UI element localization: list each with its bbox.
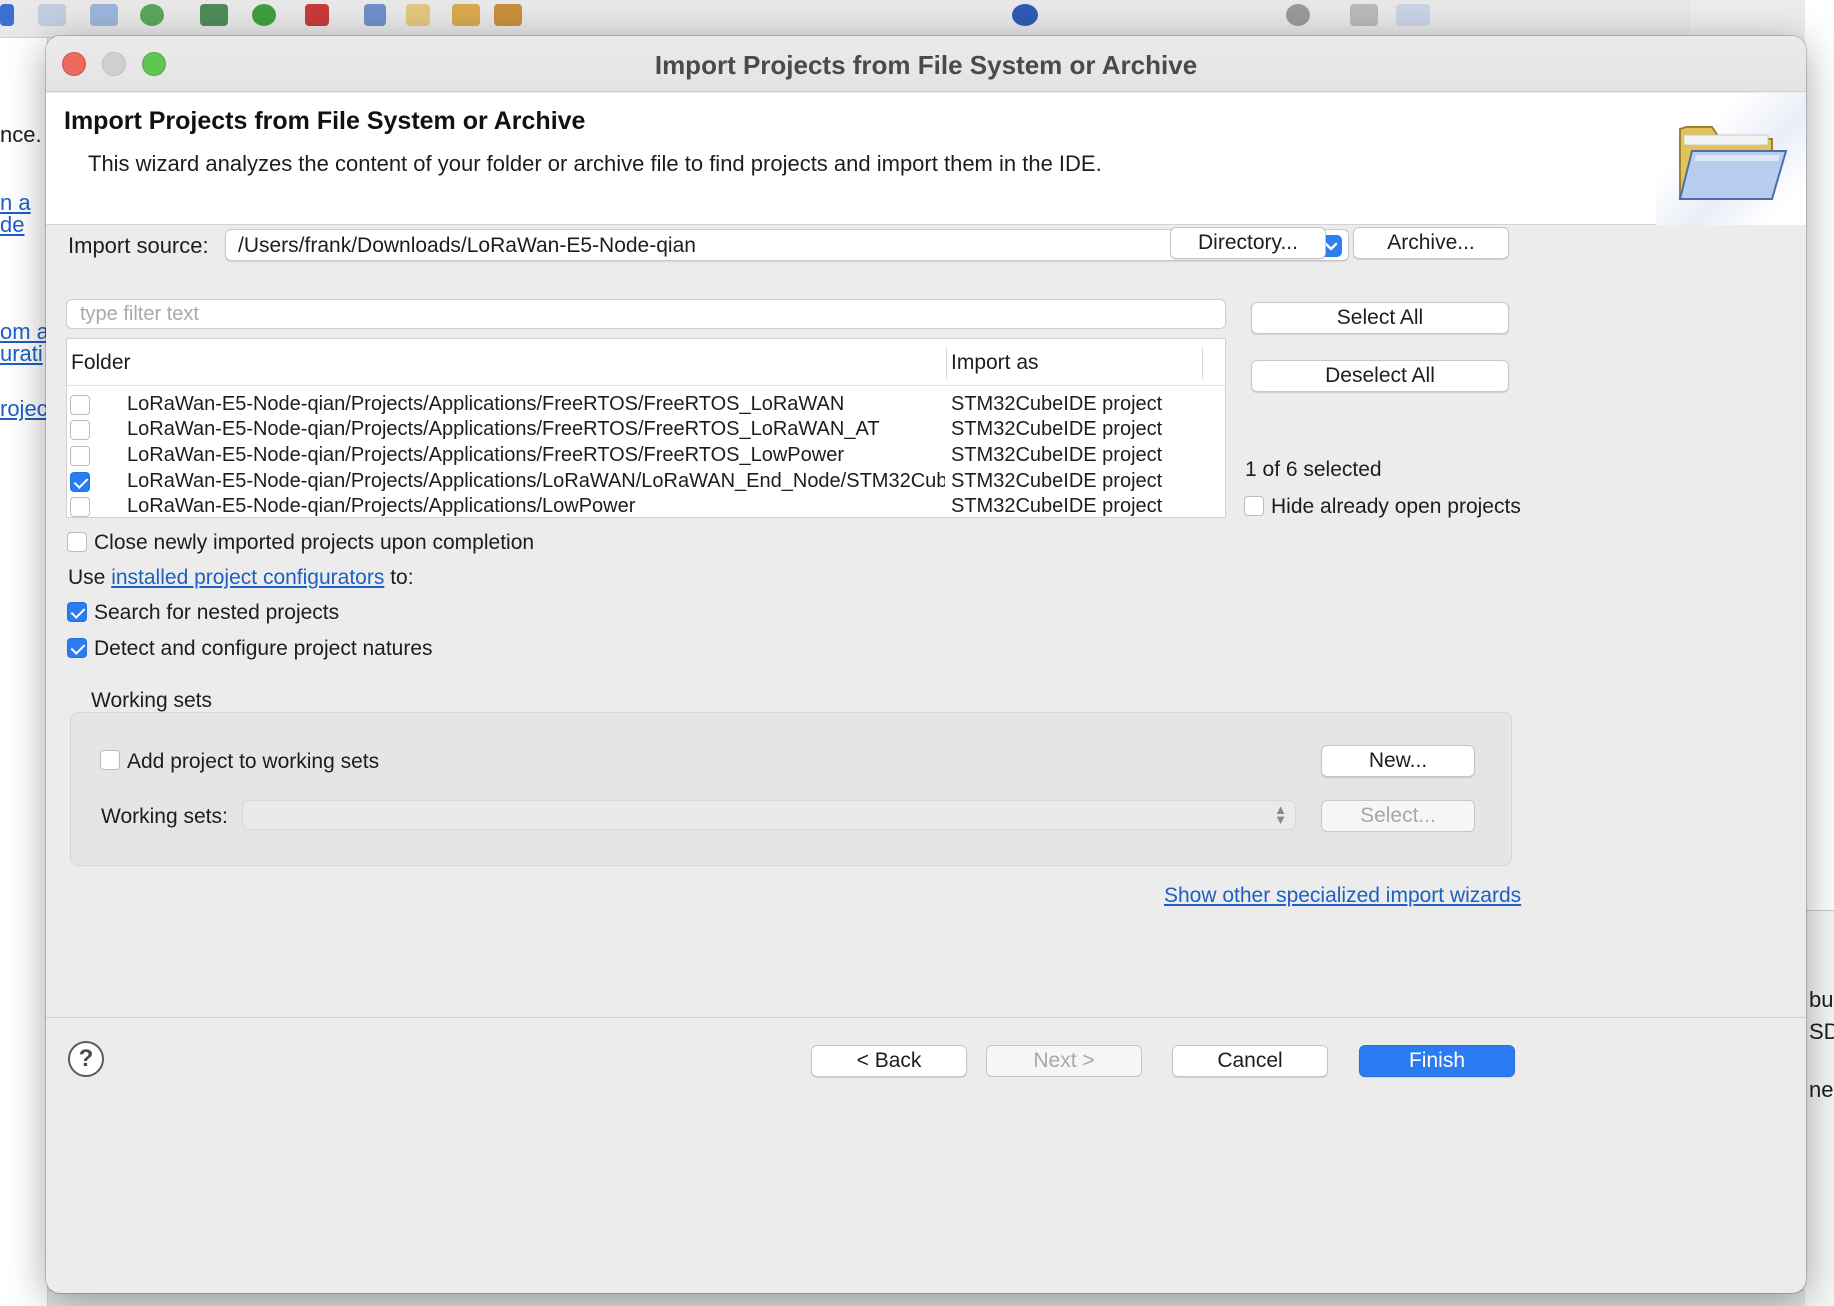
toolbar-icon[interactable] <box>1012 4 1038 26</box>
perspective-icon[interactable] <box>1396 4 1430 26</box>
table-row[interactable]: LoRaWan-E5-Node-qian/Projects/Applicatio… <box>67 417 1225 442</box>
folder-cell: LoRaWan-E5-Node-qian/Projects/Applicatio… <box>127 418 880 440</box>
column-header-import-as[interactable]: Import as <box>951 351 1039 375</box>
toolbar-icon[interactable] <box>200 4 228 26</box>
table-row[interactable]: LoRaWan-E5-Node-qian/Projects/Applicatio… <box>67 494 1225 517</box>
add-to-working-sets-checkbox[interactable] <box>100 750 120 770</box>
dialog-titlebar[interactable]: Import Projects from File System or Arch… <box>46 36 1806 92</box>
table-row[interactable]: LoRaWan-E5-Node-qian/Projects/Applicatio… <box>67 443 1225 468</box>
working-sets-group <box>70 712 1512 866</box>
import-as-cell: STM32CubeIDE project <box>951 444 1163 466</box>
close-imported-checkbox[interactable] <box>67 532 87 552</box>
folder-icon <box>1678 126 1788 200</box>
use-suffix: to: <box>390 566 414 589</box>
next-button[interactable]: Next > <box>986 1045 1142 1077</box>
search-nested-label: Search for nested projects <box>94 601 340 624</box>
working-sets-label: Working sets: <box>101 805 228 828</box>
toolbar-icon[interactable] <box>38 4 66 26</box>
working-sets-combo[interactable]: ▲ ▼ <box>242 800 1296 830</box>
footer-divider <box>46 1017 1806 1018</box>
toolbar-icon[interactable] <box>494 4 522 26</box>
help-icon[interactable]: ? <box>68 1041 104 1077</box>
bg-link-fragment[interactable]: rojec <box>0 396 48 422</box>
toolbar-icon[interactable] <box>1350 4 1378 26</box>
archive-button[interactable]: Archive... <box>1353 227 1509 259</box>
row-checkbox[interactable] <box>70 395 90 415</box>
use-prefix: Use <box>68 566 106 589</box>
row-checkbox[interactable] <box>70 497 90 517</box>
import-dialog: Import Projects from File System or Arch… <box>46 36 1806 1293</box>
configurators-line: Use installed project configurators to: <box>68 566 414 590</box>
back-button[interactable]: < Back <box>811 1045 967 1077</box>
close-imported-label: Close newly imported projects upon compl… <box>94 531 535 554</box>
table-row[interactable]: LoRaWan-E5-Node-qian/Projects/Applicatio… <box>67 392 1225 417</box>
toolbar-icon[interactable] <box>406 4 430 26</box>
toolbar-icon[interactable] <box>0 4 14 26</box>
folder-cell: LoRaWan-E5-Node-qian/Projects/Applicatio… <box>127 393 845 415</box>
folder-cell: LoRaWan-E5-Node-qian/Projects/Applicatio… <box>127 495 636 517</box>
detect-natures-label: Detect and configure project natures <box>94 637 433 660</box>
ide-right-lower-panel: bu SD ne <box>1805 910 1834 1306</box>
hide-open-projects-label: Hide already open projects <box>1271 495 1521 518</box>
directory-button[interactable]: Directory... <box>1170 227 1326 259</box>
bg-link-fragment[interactable]: urati <box>0 341 43 367</box>
other-import-wizards-link[interactable]: Show other specialized import wizards <box>1164 884 1521 908</box>
configurators-link[interactable]: installed project configurators <box>111 566 384 589</box>
import-source-label: Import source: <box>68 233 209 258</box>
bg-text-fragment: SD <box>1809 1019 1834 1044</box>
search-icon[interactable] <box>1286 4 1310 26</box>
table-header: Folder Import as <box>67 339 1225 386</box>
toolbar-icon[interactable] <box>140 4 164 26</box>
folder-cell: LoRaWan-E5-Node-qian/Projects/Applicatio… <box>127 444 844 466</box>
select-all-button[interactable]: Select All <box>1251 302 1509 334</box>
wizard-title: Import Projects from File System or Arch… <box>64 107 586 135</box>
ide-left-panel: nce. n a de om a urati rojec <box>0 38 49 1306</box>
toolbar-icon[interactable] <box>305 4 329 26</box>
bg-text-fragment: bu <box>1809 987 1834 1012</box>
import-as-cell: STM32CubeIDE project <box>951 470 1163 492</box>
import-source-value: /Users/frank/Downloads/LoRaWan-E5-Node-q… <box>238 234 696 257</box>
cancel-button[interactable]: Cancel <box>1172 1045 1328 1077</box>
deselect-all-button[interactable]: Deselect All <box>1251 360 1509 392</box>
bg-text-fragment: nce. <box>0 122 42 147</box>
column-header-folder[interactable]: Folder <box>71 351 131 375</box>
select-working-set-button[interactable]: Select... <box>1321 800 1475 832</box>
ide-toolbar <box>0 0 1690 38</box>
working-sets-group-label: Working sets <box>91 689 212 712</box>
detect-natures-checkbox[interactable] <box>67 638 87 658</box>
toolbar-icon[interactable] <box>364 4 386 26</box>
wizard-banner: Import Projects from File System or Arch… <box>46 93 1806 225</box>
chevron-updown-icon: ▲ ▼ <box>1274 802 1287 827</box>
filter-input[interactable] <box>66 299 1226 329</box>
finish-button[interactable]: Finish <box>1359 1045 1515 1077</box>
selection-count: 1 of 6 selected <box>1245 458 1382 481</box>
import-as-cell: STM32CubeIDE project <box>951 495 1163 517</box>
bg-text-fragment: ne <box>1809 1077 1834 1102</box>
import-as-cell: STM32CubeIDE project <box>951 393 1163 415</box>
new-working-set-button[interactable]: New... <box>1321 745 1475 777</box>
dialog-title: Import Projects from File System or Arch… <box>654 50 1198 80</box>
toolbar-icon[interactable] <box>452 4 480 26</box>
hide-open-projects-checkbox[interactable] <box>1244 496 1264 516</box>
row-checkbox[interactable] <box>70 472 90 492</box>
import-as-cell: STM32CubeIDE project <box>951 418 1163 440</box>
toolbar-icon[interactable] <box>252 4 276 26</box>
column-divider[interactable] <box>946 347 947 379</box>
row-checkbox[interactable] <box>70 446 90 466</box>
projects-table: Folder Import as LoRaWan-E5-Node-qian/Pr… <box>66 338 1226 518</box>
column-divider[interactable] <box>1202 347 1203 379</box>
bg-link-fragment[interactable]: de <box>0 212 24 238</box>
toolbar-icon[interactable] <box>90 4 118 26</box>
row-checkbox[interactable] <box>70 420 90 440</box>
table-row[interactable]: LoRaWan-E5-Node-qian/Projects/Applicatio… <box>67 469 1225 494</box>
folder-cell: LoRaWan-E5-Node-qian/Projects/Applicatio… <box>127 470 945 492</box>
search-nested-checkbox[interactable] <box>67 602 87 622</box>
wizard-description: This wizard analyzes the content of your… <box>88 151 1102 176</box>
add-to-working-sets-label: Add project to working sets <box>127 750 380 773</box>
